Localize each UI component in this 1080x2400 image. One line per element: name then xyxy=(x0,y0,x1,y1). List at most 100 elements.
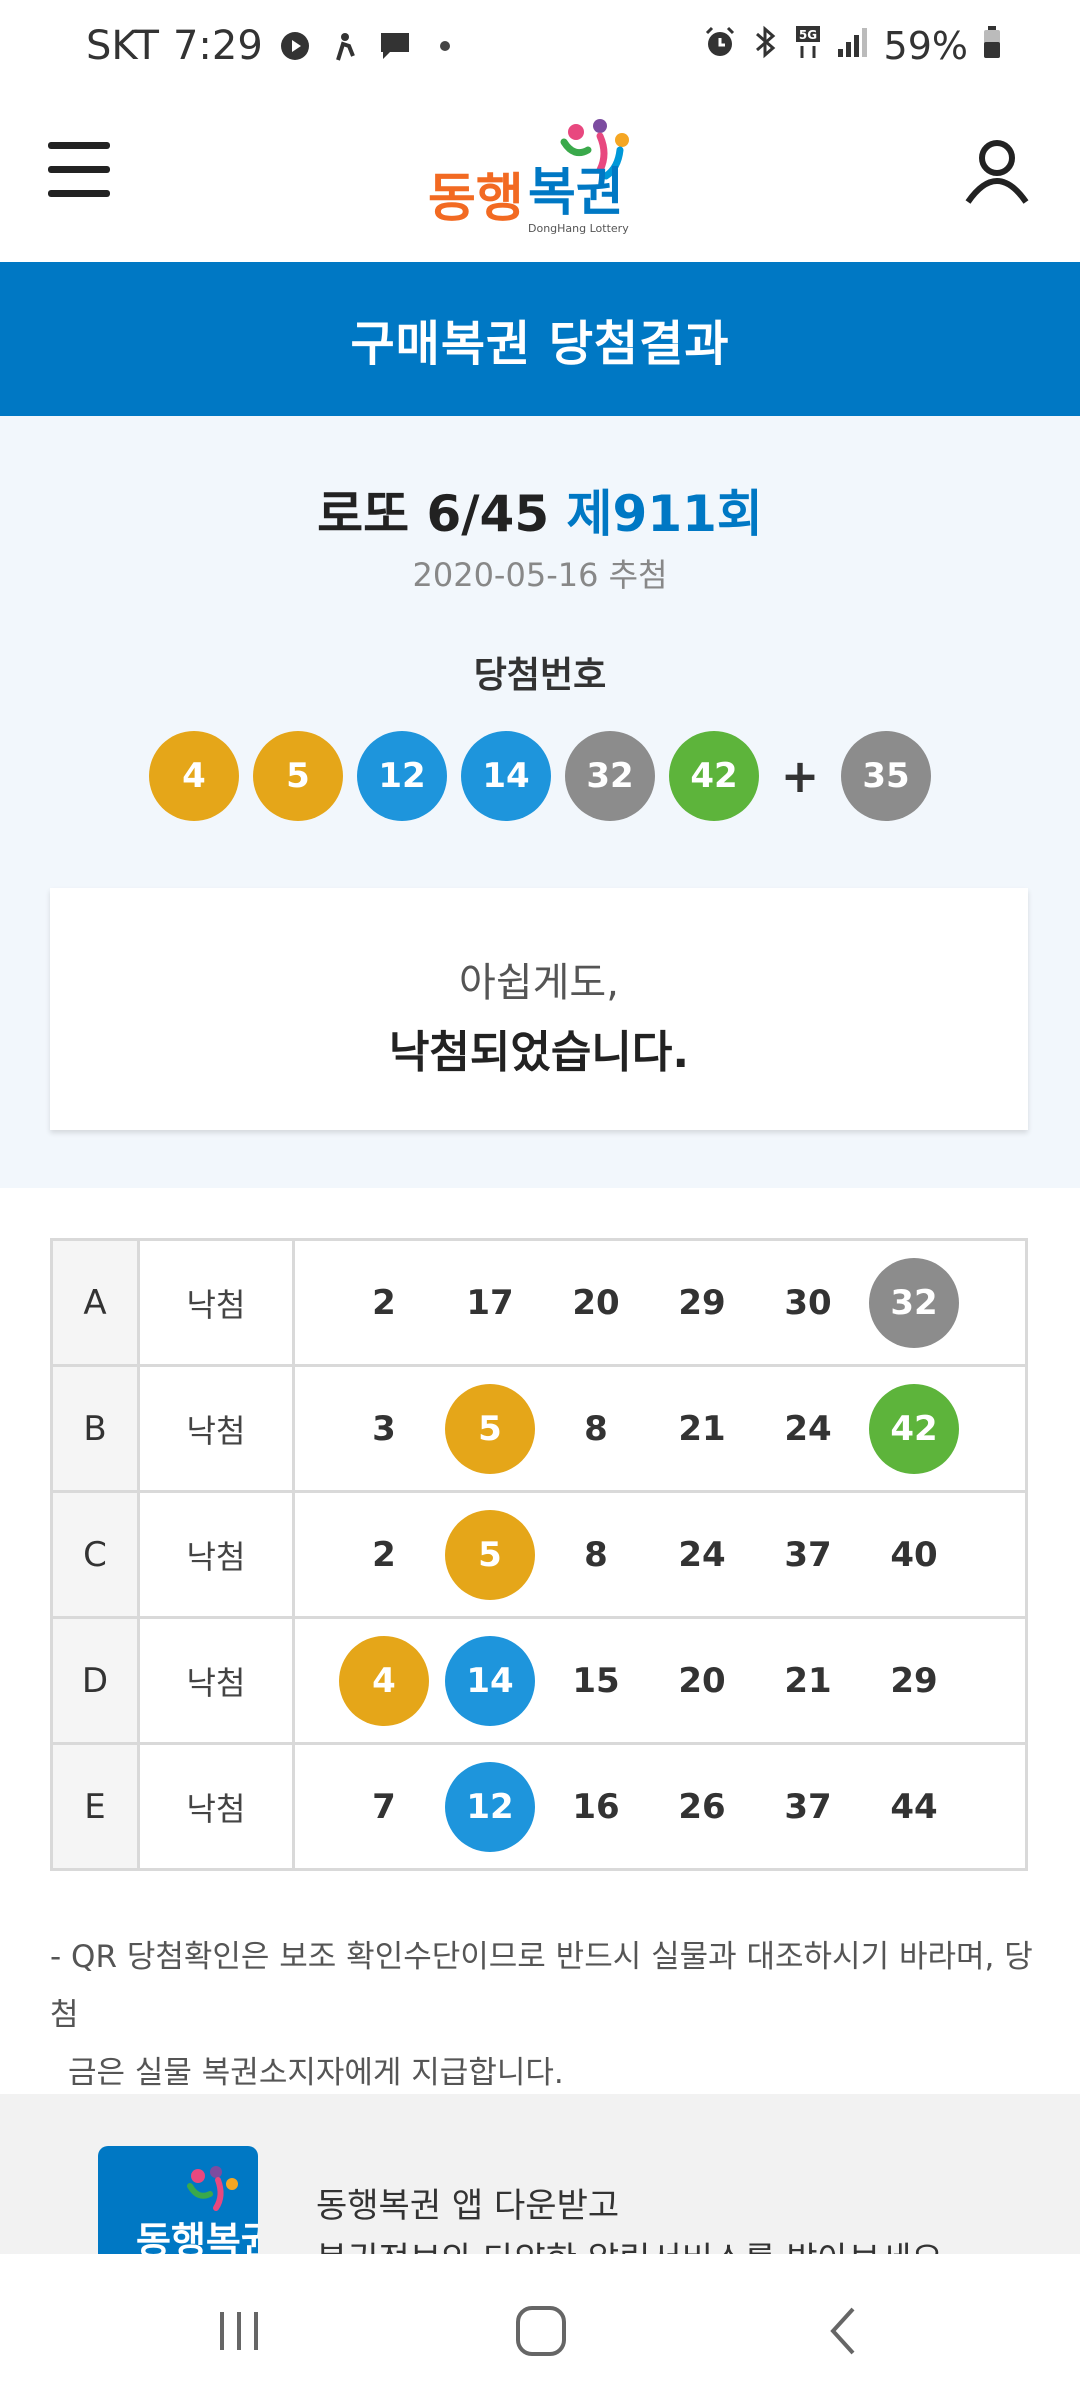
notification-dot-icon xyxy=(427,28,463,64)
row-state: 낙첨 xyxy=(137,1238,295,1367)
row-letter: D xyxy=(50,1616,140,1745)
ticket-number: 20 xyxy=(572,1282,620,1323)
ticket-table: A 낙첨 2 17 20 29 30 32 B 낙첨 3 5 8 21 24 4… xyxy=(50,1238,1028,1871)
ticket-number-matched: 12 xyxy=(445,1761,535,1852)
row-letter: E xyxy=(50,1742,140,1871)
svg-text:복권: 복권 xyxy=(528,163,624,223)
user-icon[interactable] xyxy=(962,136,1032,206)
clock: 7:29 xyxy=(172,23,263,69)
result-message-line1: 아쉽게도, xyxy=(459,960,619,1006)
ticket-number: 37 xyxy=(784,1786,832,1827)
5g-signal-icon: 5G xyxy=(794,24,822,69)
row-numbers: 2 5 8 24 37 40 xyxy=(292,1490,1028,1619)
draw-result-section: 로또 6/45 제911회 2020-05-16 추첨 당첨번호 4 5 12 … xyxy=(0,416,1080,1188)
draw-date: 2020-05-16 추첨 xyxy=(412,556,668,594)
ticket-number-matched: 5 xyxy=(445,1383,535,1474)
ticket-number-matched: 32 xyxy=(869,1257,959,1348)
ticket-number: 3 xyxy=(372,1408,396,1449)
ticket-number: 44 xyxy=(890,1786,938,1827)
table-row: D 낙첨 4 14 15 20 21 29 xyxy=(50,1616,1028,1745)
ticket-number: 24 xyxy=(678,1534,726,1575)
page-title: 구매복권 당첨결과 xyxy=(350,316,730,372)
svg-text:동행: 동행 xyxy=(428,169,524,229)
row-state: 낙첨 xyxy=(137,1364,295,1493)
system-navigation-bar xyxy=(0,2254,1080,2400)
ticket-number: 24 xyxy=(784,1408,832,1449)
ticket-number: 8 xyxy=(584,1408,608,1449)
message-icon xyxy=(377,28,413,64)
ticket-number-matched: 14 xyxy=(445,1635,535,1726)
status-bar: SKT 7:29 5G 59% xyxy=(0,0,1080,92)
winning-numbers: 4 5 12 14 32 42 + 35 xyxy=(0,730,1080,822)
result-message-card: 아쉽게도, 낙첨되었습니다. xyxy=(50,888,1028,1130)
battery-icon xyxy=(982,24,1002,68)
row-state: 낙첨 xyxy=(137,1616,295,1745)
ticket-number: 15 xyxy=(572,1660,620,1701)
row-letter: C xyxy=(50,1490,140,1619)
ticket-number: 2 xyxy=(372,1282,396,1323)
recent-apps-icon[interactable] xyxy=(204,2296,274,2366)
winning-ball: 5 xyxy=(253,731,343,821)
menu-icon[interactable] xyxy=(48,142,112,198)
ticket-number-matched: 5 xyxy=(445,1509,535,1600)
accessibility-icon xyxy=(327,28,363,64)
app-header: 동행 복권 DongHang Lottery xyxy=(0,92,1080,262)
notice-line1: - QR 당첨확인은 보조 확인수단이므로 반드시 실물과 대조하시기 바라며,… xyxy=(50,1939,1033,2033)
ticket-number: 8 xyxy=(584,1534,608,1575)
media-play-icon xyxy=(277,28,313,64)
ticket-number: 30 xyxy=(784,1282,832,1323)
qr-notice: - QR 당첨확인은 보조 확인수단이므로 반드시 실물과 대조하시기 바라며,… xyxy=(50,1928,1040,2102)
svg-text:5G: 5G xyxy=(798,28,816,42)
bonus-ball: 35 xyxy=(841,731,931,821)
back-icon[interactable] xyxy=(808,2296,878,2366)
ticket-number: 2 xyxy=(372,1534,396,1575)
winning-ball: 42 xyxy=(669,731,759,821)
promo-line2: 복권정보와 다양한 알림서비스를 받아보세요 xyxy=(316,2232,943,2254)
status-bar-right: 5G 59% xyxy=(702,20,1002,72)
app-logo-text: 동행복권 xyxy=(136,2219,258,2254)
winning-ball: 12 xyxy=(357,731,447,821)
ticket-number: 17 xyxy=(466,1282,514,1323)
row-letter: B xyxy=(50,1364,140,1493)
alarm-icon xyxy=(702,24,738,69)
battery-percent: 59% xyxy=(883,24,968,68)
table-row: B 낙첨 3 5 8 21 24 42 xyxy=(50,1364,1028,1493)
row-letter: A xyxy=(50,1238,140,1367)
winning-numbers-label: 당첨번호 xyxy=(473,655,607,696)
donghang-logo[interactable]: 동행 복권 DongHang Lottery xyxy=(424,106,664,236)
round-number: 제911회 xyxy=(566,485,763,543)
table-row: A 낙첨 2 17 20 29 30 32 xyxy=(50,1238,1028,1367)
ticket-number-matched: 42 xyxy=(869,1383,959,1474)
plus-sign: + xyxy=(780,749,820,803)
row-state: 낙첨 xyxy=(137,1490,295,1619)
row-state: 낙첨 xyxy=(137,1742,295,1871)
winning-ball: 4 xyxy=(149,731,239,821)
ticket-number: 21 xyxy=(784,1660,832,1701)
app-promo[interactable]: 동행복권 동행복권 앱 다운받고 복권정보와 다양한 알림서비스를 받아보세요 xyxy=(0,2094,1080,2254)
winning-ball: 14 xyxy=(461,731,551,821)
home-icon[interactable] xyxy=(506,2296,576,2366)
row-numbers: 4 14 15 20 21 29 xyxy=(292,1616,1028,1745)
table-row: C 낙첨 2 5 8 24 37 40 xyxy=(50,1490,1028,1619)
ticket-number: 29 xyxy=(678,1282,726,1323)
bluetooth-icon xyxy=(752,24,780,69)
carrier-label: SKT xyxy=(86,23,159,69)
ticket-number: 20 xyxy=(678,1660,726,1701)
table-row: E 낙첨 7 12 16 26 37 44 xyxy=(50,1742,1028,1871)
round-title: 로또 6/45 제911회 xyxy=(0,474,1080,546)
ticket-number: 21 xyxy=(678,1408,726,1449)
row-numbers: 2 17 20 29 30 32 xyxy=(292,1238,1028,1367)
ticket-number: 7 xyxy=(372,1786,396,1827)
row-numbers: 7 12 16 26 37 44 xyxy=(292,1742,1028,1871)
page-title-banner: 구매복권 당첨결과 xyxy=(0,262,1080,416)
app-logo[interactable]: 동행복권 xyxy=(98,2146,258,2254)
game-name: 로또 6/45 xyxy=(317,485,550,543)
winning-ball: 32 xyxy=(565,731,655,821)
ticket-number: 16 xyxy=(572,1786,620,1827)
row-numbers: 3 5 8 21 24 42 xyxy=(292,1364,1028,1493)
status-bar-left: SKT 7:29 xyxy=(86,20,463,72)
ticket-number: 26 xyxy=(678,1786,726,1827)
result-message-line2: 낙첨되었습니다. xyxy=(388,1027,690,1078)
ticket-number-matched: 4 xyxy=(339,1635,429,1726)
cellular-signal-icon xyxy=(836,24,870,68)
